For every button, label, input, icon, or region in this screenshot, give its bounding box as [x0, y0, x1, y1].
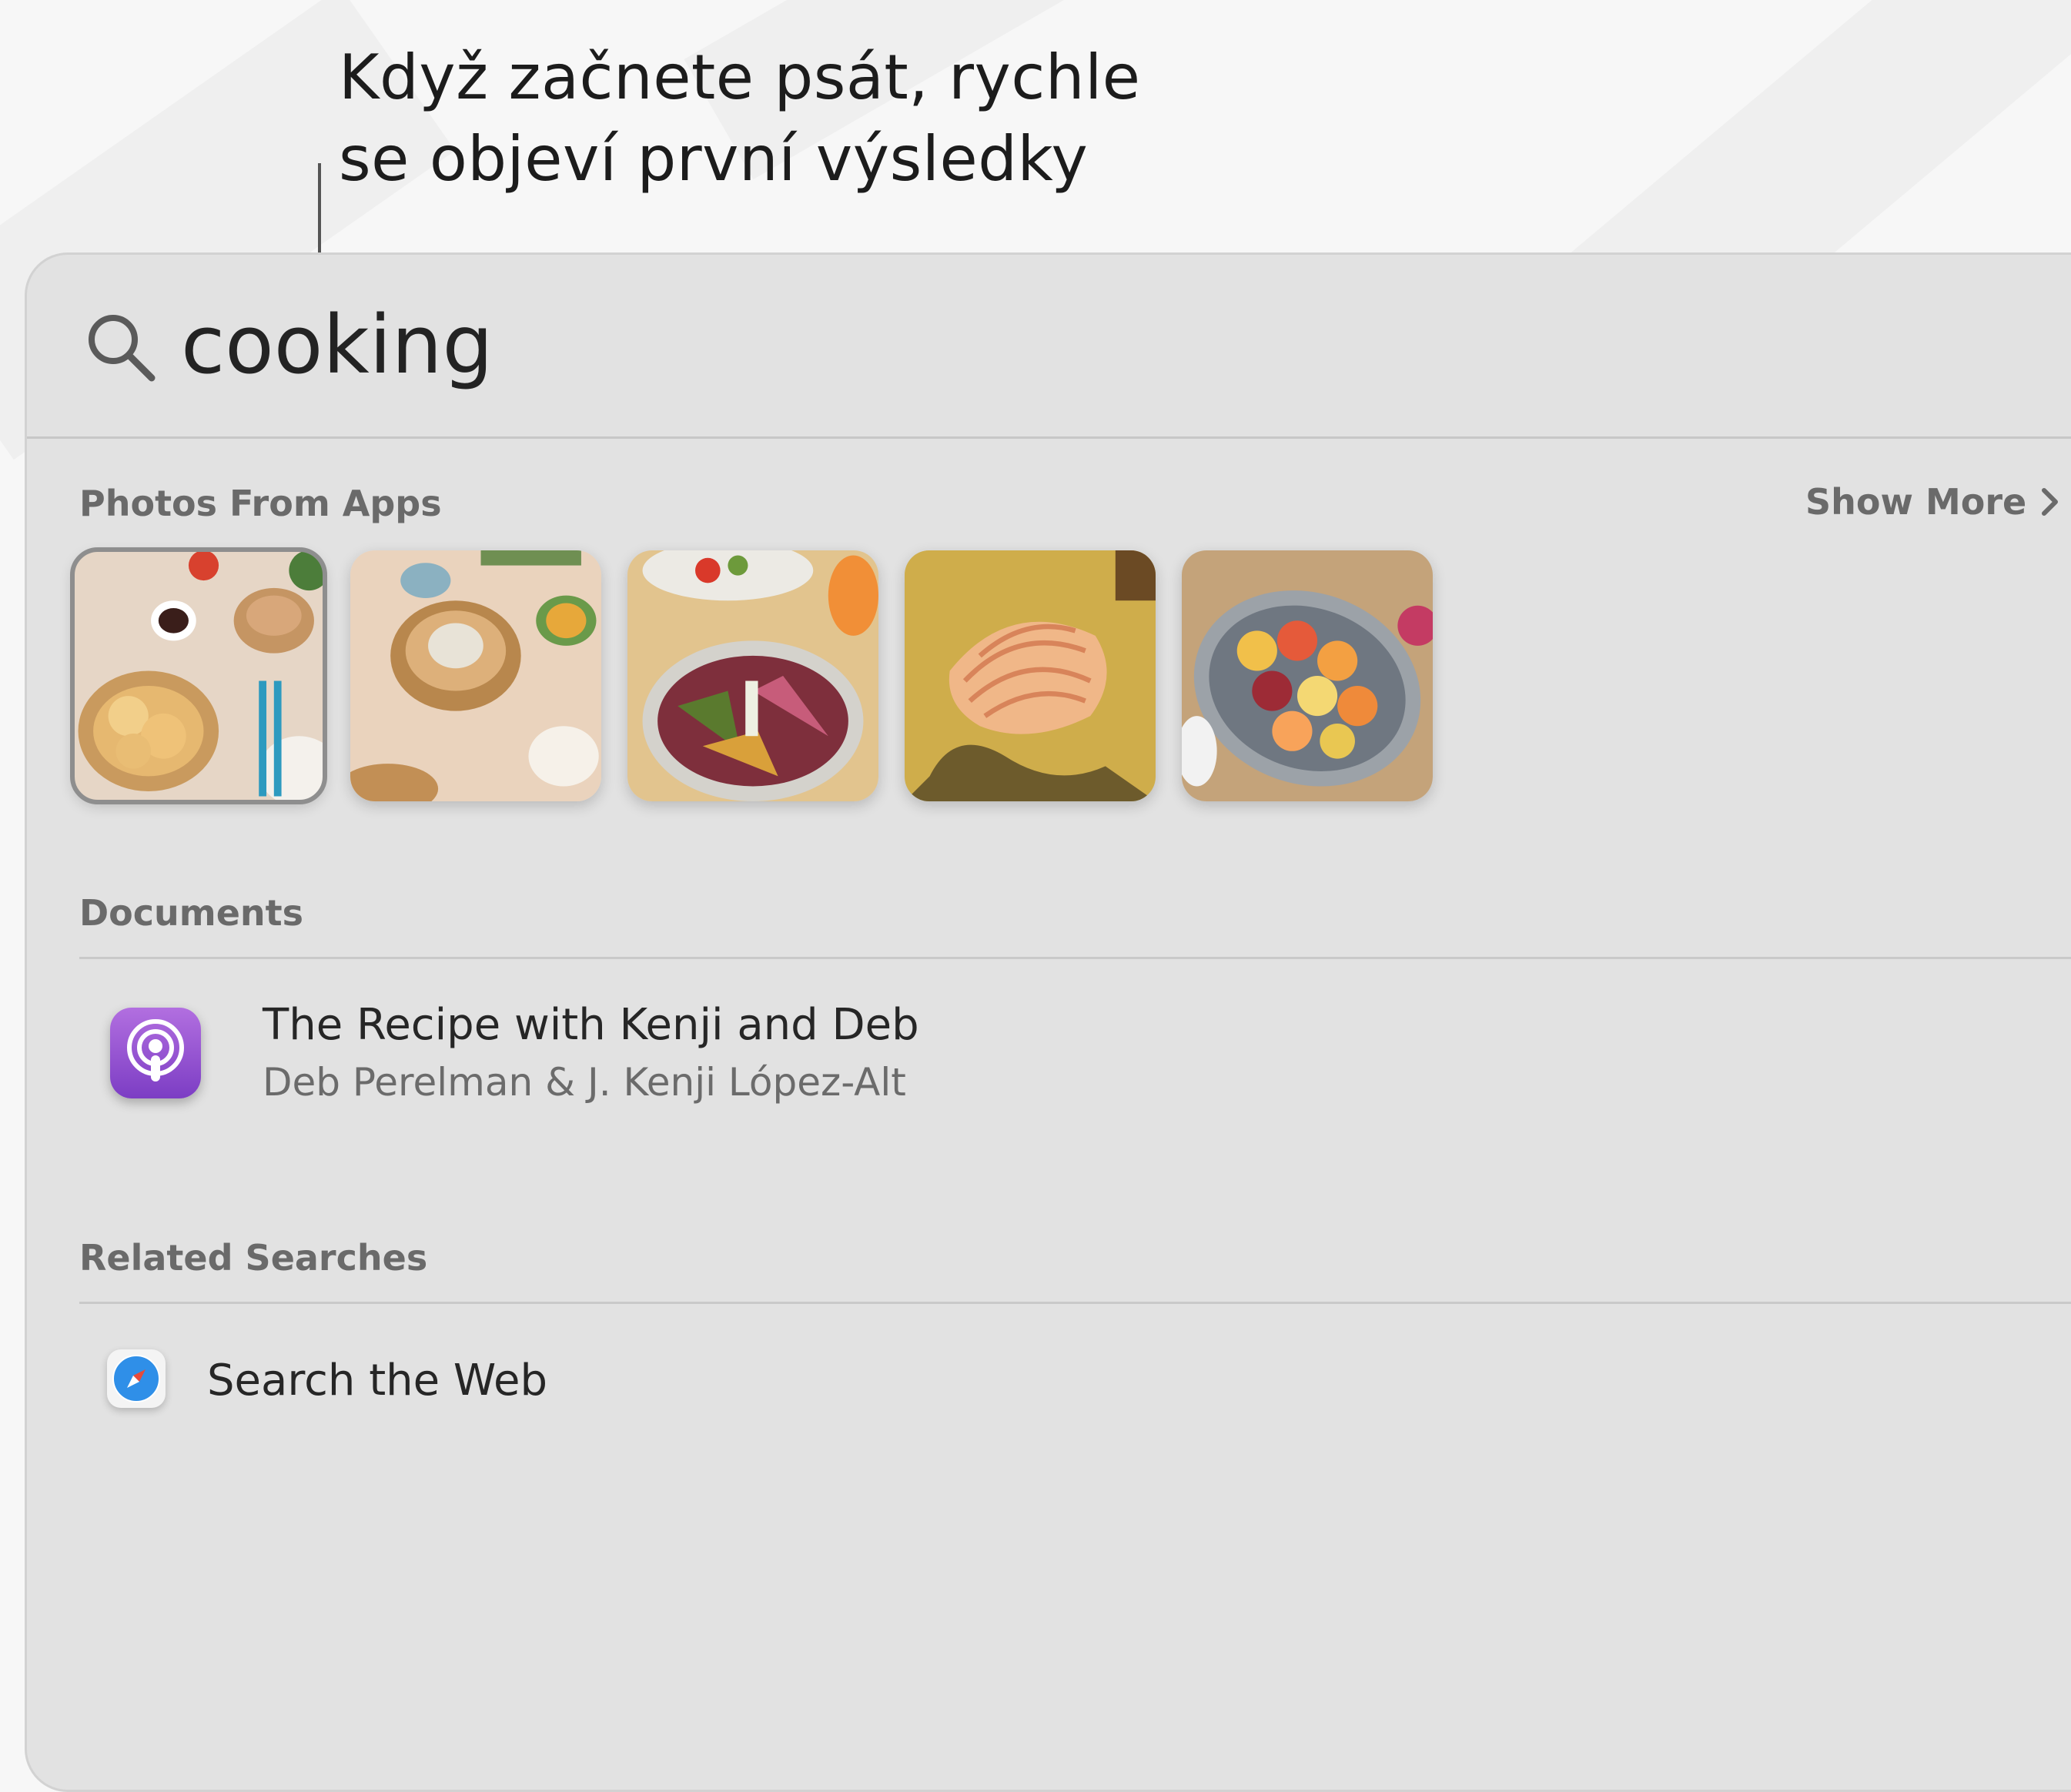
section-header-photos: Photos From Apps	[79, 483, 442, 524]
callout-text: Když začnete psát, rychle se objeví prvn…	[339, 37, 1141, 200]
spotlight-panel: Photos From Apps Show More	[25, 252, 2071, 1792]
photo-thumbnail-grilled-vegetables[interactable]	[627, 550, 878, 801]
photo-thumbnails	[70, 547, 1433, 804]
safari-icon	[107, 1349, 166, 1408]
chevron-right-icon	[2042, 488, 2059, 516]
search-divider	[27, 436, 2071, 439]
document-result-row[interactable]: The Recipe with Kenji and Deb Deb Perelm…	[79, 994, 2071, 1125]
show-more-label: Show More	[1805, 481, 2027, 523]
photo-thumbnail-citrus-salad[interactable]	[1182, 550, 1433, 801]
search-web-label: Search the Web	[207, 1356, 547, 1406]
section-header-documents: Documents	[79, 892, 304, 934]
photo-thumbnail-dumplings[interactable]	[70, 547, 327, 804]
callout-line-1: Když začnete psát, rychle	[339, 42, 1141, 113]
document-subtitle: Deb Perelman & J. Kenji López-Alt	[263, 1060, 906, 1105]
show-more-button[interactable]: Show More	[1805, 481, 2060, 523]
search-bar	[27, 255, 2071, 436]
section-divider	[79, 957, 2071, 959]
podcasts-icon	[110, 1008, 201, 1098]
search-icon	[82, 309, 159, 386]
document-title: The Recipe with Kenji and Deb	[263, 1000, 919, 1050]
search-input[interactable]	[181, 287, 1259, 403]
search-web-row[interactable]: Search the Web	[79, 1332, 2071, 1425]
callout-line-2: se objeví první výsledky	[339, 123, 1089, 195]
photo-thumbnail-scallop-shell[interactable]	[905, 550, 1156, 801]
section-header-related-searches: Related Searches	[79, 1237, 428, 1279]
photo-thumbnail-steamer-basket[interactable]	[350, 550, 601, 801]
section-divider	[79, 1302, 2071, 1304]
